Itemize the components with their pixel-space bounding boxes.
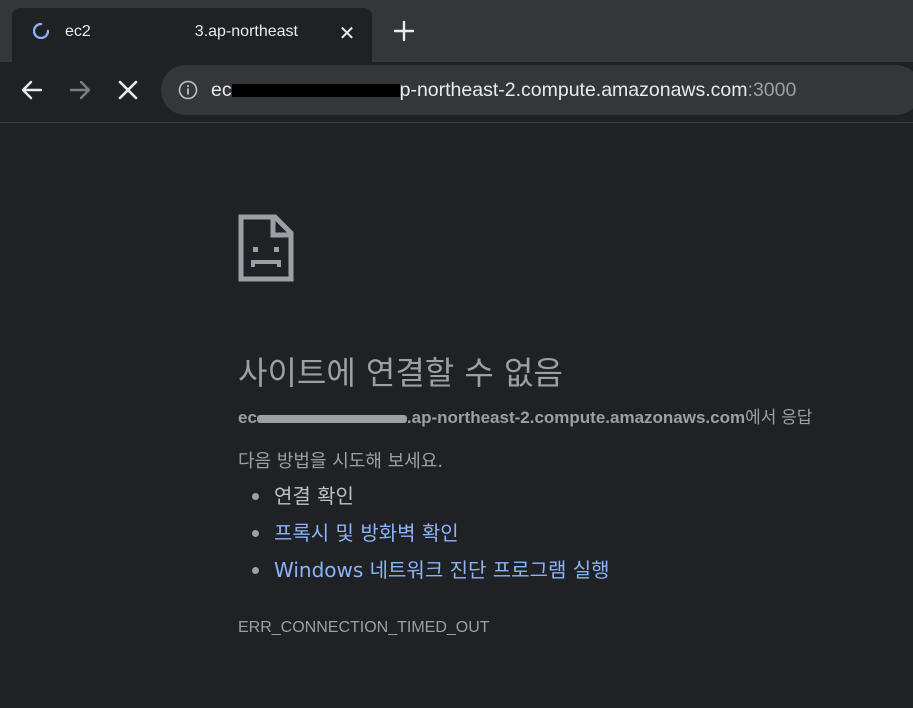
tab-title: ec2 3.ap-northeast bbox=[65, 22, 327, 42]
redaction-mark bbox=[231, 82, 400, 99]
sad-page-icon bbox=[238, 214, 294, 282]
back-arrow-icon[interactable] bbox=[18, 76, 46, 104]
tab-title-start: ec2 bbox=[65, 23, 91, 40]
new-tab-plus-icon[interactable] bbox=[390, 17, 418, 45]
redaction-mark bbox=[256, 414, 407, 423]
url-prefix: ec bbox=[211, 79, 232, 101]
suggestions-list: 연결 확인 프록시 및 방화벽 확인 Windows 네트워크 진단 프로그램 … bbox=[252, 482, 610, 593]
suggestion-check-connection: 연결 확인 bbox=[252, 482, 610, 519]
error-code: ERR_CONNECTION_TIMED_OUT bbox=[238, 619, 490, 636]
suggestions-intro: 다음 방법을 시도해 보세요. bbox=[238, 451, 444, 472]
address-bar[interactable]: ec p-northeast-2.compute.amazonaws.com:30… bbox=[161, 65, 913, 115]
host-prefix: ec bbox=[238, 408, 257, 427]
error-heading: 사이트에 연결할 수 없음 bbox=[238, 354, 563, 393]
redaction-mark bbox=[90, 23, 195, 40]
url-main: p-northeast-2.compute.amazonaws.com bbox=[399, 79, 748, 101]
suggestion-run-network-diagnostics-link[interactable]: Windows 네트워크 진단 프로그램 실행 bbox=[252, 556, 610, 593]
browser-toolbar: ec p-northeast-2.compute.amazonaws.com:30… bbox=[0, 62, 913, 123]
host-suffix: 에서 응답 bbox=[745, 408, 813, 427]
forward-arrow-icon[interactable] bbox=[66, 76, 94, 104]
tab-close-button[interactable]: ✕ bbox=[336, 22, 358, 44]
suggestion-check-proxy-firewall-link[interactable]: 프록시 및 방화벽 확인 bbox=[252, 519, 610, 556]
active-tab[interactable]: ec2 3.ap-northeast ✕ bbox=[12, 8, 372, 62]
host-line: ec .ap-northeast-2.compute.amazonaws.com에… bbox=[238, 406, 812, 430]
stop-loading-icon[interactable] bbox=[114, 76, 142, 104]
tab-strip: ec2 3.ap-northeast ✕ bbox=[0, 0, 913, 62]
tab-title-end: 3.ap-northeast bbox=[194, 23, 298, 40]
url-text[interactable]: ec p-northeast-2.compute.amazonaws.com:30… bbox=[211, 78, 796, 102]
tab-title-fade bbox=[297, 20, 332, 44]
site-info-icon[interactable] bbox=[178, 80, 198, 100]
host-name: .ap-northeast-2.compute.amazonaws.com bbox=[406, 408, 746, 427]
url-port: :3000 bbox=[747, 79, 797, 101]
loading-spinner-icon bbox=[33, 23, 49, 39]
